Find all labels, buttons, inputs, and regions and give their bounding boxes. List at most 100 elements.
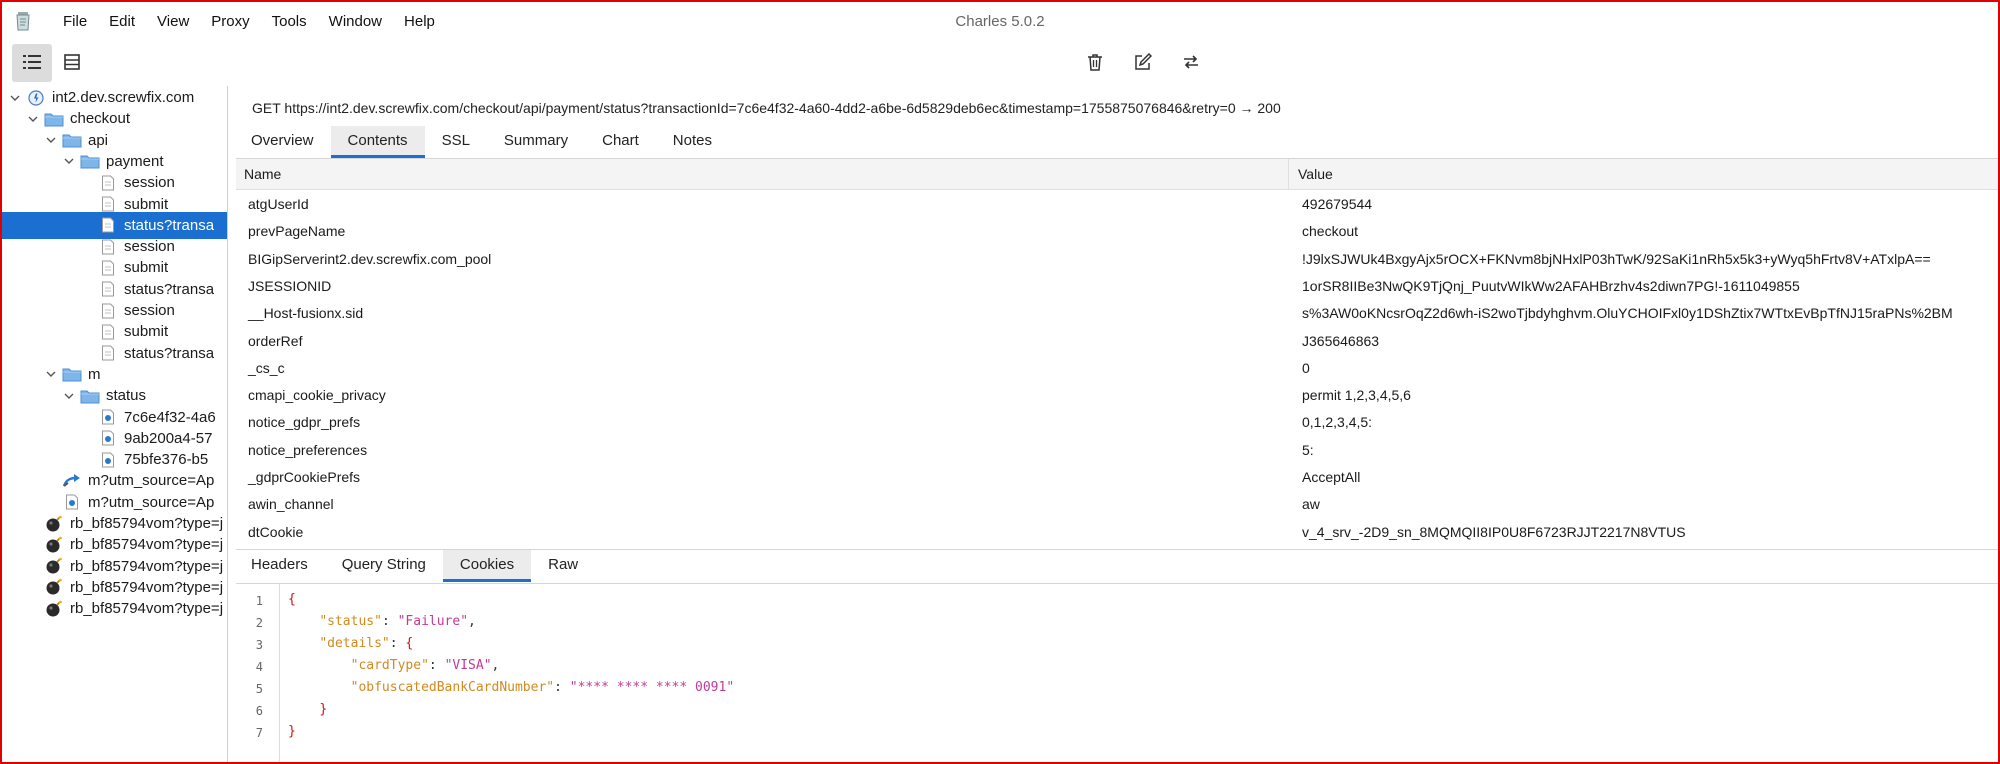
chevron-down-icon[interactable] <box>44 133 58 147</box>
menu-edit[interactable]: Edit <box>98 13 146 30</box>
folder-icon <box>80 152 100 170</box>
structure-view-icon <box>23 54 41 73</box>
json-response-icon <box>98 429 118 447</box>
tab-summary[interactable]: Summary <box>487 126 585 158</box>
edit-button[interactable] <box>1128 48 1158 78</box>
table-row[interactable]: notice_gdpr_prefs 0,1,2,3,4,5: <box>236 408 1998 435</box>
table-row[interactable]: notice_preferences 5: <box>236 436 1998 463</box>
cookie-value: 0,1,2,3,4,5: <box>1302 414 1373 431</box>
table-row[interactable]: __Host-fusionx.sid s%3AW0oKNcsrOqZ2d6wh-i… <box>236 299 1998 326</box>
column-header-name[interactable]: Name <box>244 166 281 182</box>
column-separator[interactable] <box>1288 159 1289 190</box>
tab-raw[interactable]: Raw <box>531 550 595 582</box>
menu-view[interactable]: View <box>146 13 200 30</box>
tab-headers[interactable]: Headers <box>234 550 325 582</box>
cookie-value: checkout <box>1302 223 1359 240</box>
chevron-down-icon[interactable] <box>8 91 22 105</box>
json-response-icon <box>98 451 118 469</box>
cookie-value: aw <box>1302 496 1320 513</box>
tree-item-label: rb_bf85794vom?type=j <box>70 536 224 554</box>
clear-session-button[interactable] <box>1080 48 1110 78</box>
document-icon <box>98 174 118 192</box>
tab-cookies[interactable]: Cookies <box>442 550 532 582</box>
menu-tools[interactable]: Tools <box>261 13 318 30</box>
table-row[interactable]: JSESSIONID 1orSR8IIBe3NwQK9TjQnj_PuutvWIk… <box>236 272 1998 299</box>
line-number: 3 <box>255 638 263 652</box>
tab-query-string[interactable]: Query String <box>325 550 443 582</box>
table-row[interactable]: BIGipServerint2.dev.screwfix.com_pool !J9… <box>236 245 1998 272</box>
cookie-value: s%3AW0oKNcsrOqZ2d6wh-iS2woTjbdyhghvm.Olu… <box>1302 305 1953 322</box>
menu-window[interactable]: Window <box>318 13 393 30</box>
folder-icon <box>44 110 64 128</box>
tree-item-label: 9ab200a4-57 <box>124 429 213 447</box>
chevron-down-icon[interactable] <box>26 112 40 126</box>
tree-item-label: m?utm_source=Ap <box>88 472 215 490</box>
table-row[interactable]: prevPageName checkout <box>236 217 1998 244</box>
table-row[interactable]: _cs_c 0 <box>236 354 1998 381</box>
tree-item-rb-bf85794vom-type-j[interactable]: rb_bf85794vom?type=j <box>2 595 227 622</box>
menu-proxy[interactable]: Proxy <box>200 13 260 30</box>
table-row[interactable]: atgUserId 492679544 <box>236 190 1998 217</box>
tab-ssl[interactable]: SSL <box>425 126 487 158</box>
tree-item-label: rb_bf85794vom?type=j <box>70 557 224 575</box>
trash-icon <box>1087 53 1103 74</box>
repeat-button[interactable] <box>1176 48 1206 78</box>
tree-item-label: rb_bf85794vom?type=j <box>70 600 224 618</box>
table-row[interactable]: dtCookie v_4_srv_-2D9_sn_8MQMQII8IP0U8F67… <box>236 518 1998 545</box>
table-header: Name Value <box>236 159 1998 190</box>
chevron-down-icon[interactable] <box>62 154 76 168</box>
tree-item-label: status?transa <box>124 344 215 362</box>
structure-view-button[interactable] <box>12 44 52 82</box>
sequence-view-button[interactable] <box>52 44 92 82</box>
toolbar <box>2 40 1998 86</box>
menu-file[interactable]: File <box>52 13 98 30</box>
tab-contents[interactable]: Contents <box>330 126 425 158</box>
code-line-1: { <box>288 592 296 607</box>
cookie-value: 492679544 <box>1302 196 1373 212</box>
menu-help[interactable]: Help <box>393 13 446 30</box>
code-line-5: "obfuscatedBankCardNumber": "**** **** *… <box>350 680 735 695</box>
structure-tree[interactable]: int2.dev.screwfix.com checkout api payment s… <box>2 86 228 762</box>
cookie-value: 0 <box>1302 359 1310 376</box>
chevron-down-icon[interactable] <box>62 389 76 403</box>
cookie-name: awin_channel <box>248 496 334 513</box>
cookie-name: __Host-fusionx.sid <box>248 305 364 322</box>
code-line-7: } <box>288 724 296 739</box>
tree-item-label: m?utm_source=Ap <box>88 493 215 511</box>
document-icon <box>98 344 118 362</box>
table-row[interactable]: cmapi_cookie_privacy permit 1,2,3,4,5,6 <box>236 381 1998 408</box>
cookie-name: BIGipServerint2.dev.screwfix.com_pool <box>248 250 492 267</box>
blocked-bomb-icon <box>44 600 64 618</box>
chevron-down-icon[interactable] <box>44 367 58 381</box>
blocked-bomb-icon <box>44 557 64 575</box>
table-row[interactable]: _gdprCookiePrefs AcceptAll <box>236 463 1998 490</box>
line-number: 4 <box>255 660 263 674</box>
json-viewer[interactable]: 1 2 3 4 5 6 7 { "status": "Failure", "details"… <box>236 584 1998 762</box>
document-icon <box>98 302 118 320</box>
tab-notes[interactable]: Notes <box>656 126 729 158</box>
tree-item-label: m <box>88 365 101 383</box>
table-row[interactable]: orderRef J365646863 <box>236 327 1998 354</box>
tree-item-label: status?transa <box>124 280 215 298</box>
cookie-name: _cs_c <box>248 359 285 376</box>
json-response-icon <box>98 408 118 426</box>
column-header-value[interactable]: Value <box>1298 166 1333 182</box>
tree-item-label: checkout <box>70 110 131 128</box>
line-number-gutter: 1 2 3 4 5 6 7 <box>236 584 280 762</box>
cookie-name: orderRef <box>248 332 303 349</box>
tab-overview[interactable]: Overview <box>234 126 331 158</box>
menu-bar: File Edit View Proxy Tools Window Help C… <box>2 2 1998 40</box>
tree-item-label: status <box>106 387 147 405</box>
detail-tabs: Overview Contents SSL Summary Chart Notes <box>234 126 729 158</box>
document-icon <box>98 238 118 256</box>
table-row[interactable]: awin_channel aw <box>236 490 1998 517</box>
tab-chart[interactable]: Chart <box>585 126 656 158</box>
